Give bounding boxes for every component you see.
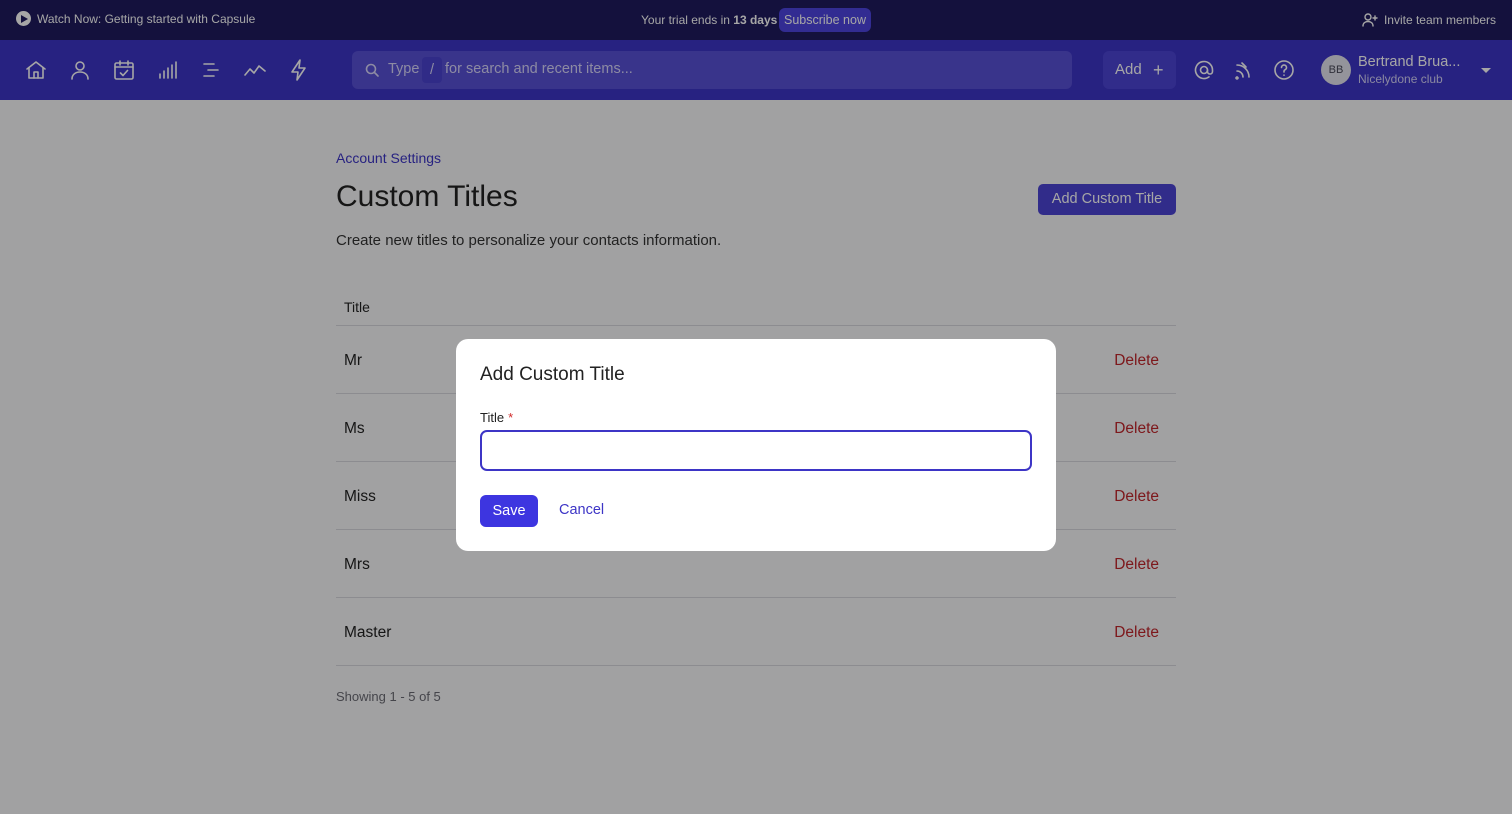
save-button[interactable]: Save [480,495,538,527]
add-custom-title-dialog: Add Custom Title Title * Save Cancel [456,339,1056,551]
dialog-title: Add Custom Title [480,364,625,385]
cancel-button[interactable]: Cancel [559,502,604,518]
required-asterisk: * [508,410,514,425]
title-field-label: Title * [480,410,514,425]
title-input[interactable] [480,430,1032,471]
